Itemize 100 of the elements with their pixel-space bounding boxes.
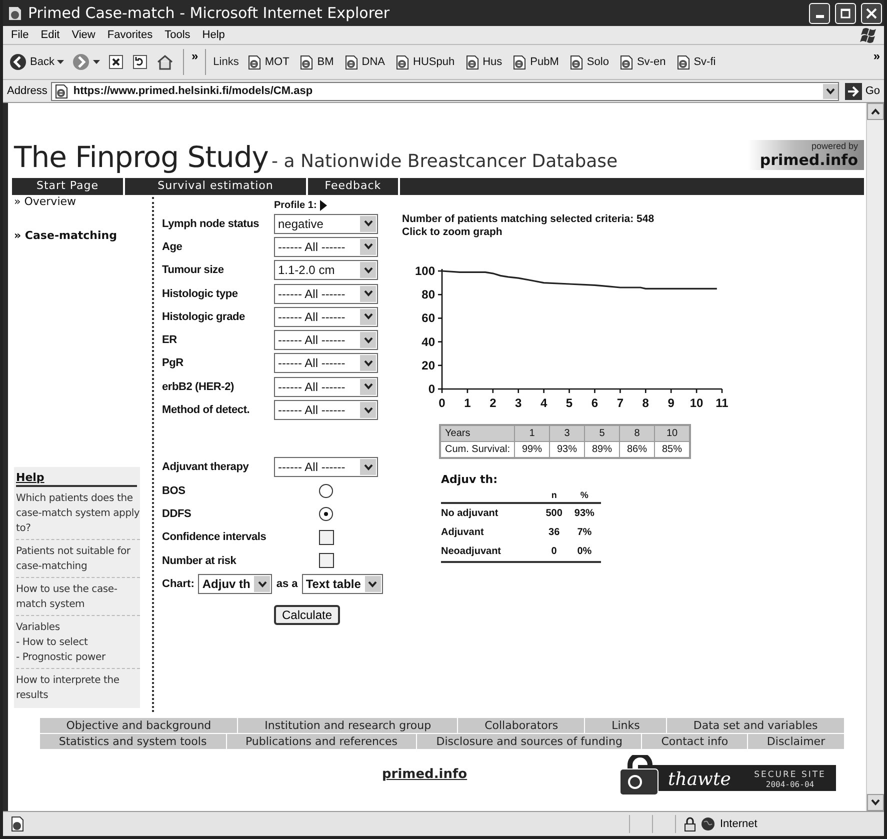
site-link[interactable]: primed.info bbox=[382, 766, 468, 782]
page-status-icon bbox=[9, 816, 25, 832]
help-link[interactable]: Patients not suitable for case-matching bbox=[16, 540, 140, 578]
select-field[interactable]: ------ All ------ bbox=[274, 306, 378, 327]
x-tick-label: 7 bbox=[616, 396, 624, 410]
address-label: Address bbox=[7, 85, 48, 97]
link-button[interactable]: Sv-en bbox=[616, 52, 668, 72]
go-button[interactable]: Go bbox=[843, 82, 882, 100]
table-cell: 0 bbox=[540, 542, 568, 562]
menu-item[interactable]: Edit bbox=[34, 29, 66, 41]
minimize-button[interactable] bbox=[809, 2, 830, 24]
table-cell: 93% bbox=[568, 503, 601, 523]
y-tick-label: 0 bbox=[428, 382, 435, 396]
select-field[interactable]: ------ All ------ bbox=[274, 284, 378, 304]
menu-item[interactable]: File bbox=[5, 29, 35, 41]
table-cell-text: Adjuvant bbox=[441, 526, 485, 540]
option-label: BOS bbox=[162, 484, 186, 497]
close-button[interactable] bbox=[861, 2, 882, 24]
checkbox[interactable] bbox=[318, 530, 334, 545]
checkbox[interactable] bbox=[318, 553, 334, 568]
x-tick-label: 4 bbox=[540, 396, 548, 410]
chevron-icon bbox=[364, 336, 372, 344]
menu-item[interactable]: View bbox=[66, 29, 102, 41]
address-field[interactable]: https://www.primed.helsinki.fi/models/CM.asp bbox=[51, 82, 840, 100]
maximize-button[interactable] bbox=[835, 2, 856, 24]
scrollbar[interactable] bbox=[866, 103, 884, 811]
footer-link[interactable]: Publications and references bbox=[226, 734, 416, 749]
footer-link[interactable]: Objective and background bbox=[40, 718, 238, 733]
footer-link[interactable]: Collaborators bbox=[458, 718, 584, 733]
page-icon bbox=[676, 54, 691, 70]
format-select[interactable]: Text table bbox=[302, 574, 383, 594]
help-link[interactable]: Variables - How to select - Prognostic power bbox=[16, 616, 140, 669]
x-tick-label: 10 bbox=[690, 396, 704, 410]
logo-text: primed.info bbox=[760, 151, 858, 169]
logo-badge[interactable]: powered by primed.info bbox=[748, 140, 864, 170]
scroll-down-button[interactable] bbox=[867, 794, 884, 811]
profile-label: Profile 1: bbox=[274, 200, 317, 210]
option-label: DDFS bbox=[162, 508, 192, 520]
footer-link[interactable]: Contact info bbox=[642, 734, 748, 749]
chevron-icon bbox=[364, 383, 372, 390]
footer-link[interactable]: Statistics and system tools bbox=[40, 734, 226, 749]
select-field[interactable]: negative bbox=[274, 214, 378, 234]
nav-link[interactable]: Survival estimation bbox=[125, 178, 308, 195]
select-field[interactable]: ------ All ------ bbox=[274, 236, 378, 257]
help-link[interactable]: How to interprete the results bbox=[16, 669, 140, 706]
zoom-graph-link[interactable]: Click to zoom graph bbox=[402, 226, 864, 239]
x-tick-label: 3 bbox=[515, 396, 522, 410]
select-field[interactable]: 1.1-2.0 cm bbox=[274, 260, 378, 280]
x-tick-label: 11 bbox=[716, 396, 728, 410]
triangle-icon[interactable] bbox=[320, 200, 327, 210]
chart-select[interactable]: Adjuv th bbox=[198, 574, 272, 594]
y-tick-label: 20 bbox=[422, 358, 435, 372]
radio-button[interactable] bbox=[319, 484, 333, 498]
dropdown-button[interactable] bbox=[823, 84, 838, 98]
nav-link[interactable]: Feedback bbox=[308, 178, 400, 195]
menu-item[interactable]: Favorites bbox=[101, 29, 159, 41]
table-cell: 99% bbox=[514, 442, 550, 458]
footer-link[interactable]: Disclaimer bbox=[748, 734, 844, 749]
toolbar-overflow[interactable]: » bbox=[191, 49, 198, 63]
chevron-icon bbox=[364, 360, 372, 367]
field-label: Tumour size bbox=[162, 264, 225, 276]
link-button[interactable]: HUSpuh bbox=[393, 52, 457, 72]
page-icon bbox=[512, 54, 528, 70]
help-link[interactable]: How to use the case-match system bbox=[16, 578, 140, 616]
calculate-button[interactable]: Calculate bbox=[274, 605, 340, 626]
footer-link[interactable]: Institution and research group bbox=[238, 718, 458, 733]
select-field[interactable]: ------ All ------ bbox=[274, 457, 378, 478]
link-button[interactable]: Hus bbox=[462, 52, 504, 72]
footer-link[interactable]: Disclosure and sources of funding bbox=[417, 734, 642, 749]
link-button[interactable]: PubM bbox=[510, 52, 561, 72]
link-button[interactable]: MOT bbox=[244, 52, 292, 72]
maximize-icon bbox=[840, 8, 851, 18]
menu-item[interactable]: Help bbox=[196, 29, 231, 41]
footer-link[interactable]: Data set and variables bbox=[667, 718, 844, 733]
scroll-up-button[interactable] bbox=[867, 103, 884, 120]
sidebar-link[interactable]: » Overview bbox=[14, 195, 152, 229]
select-field[interactable]: ------ All ------ bbox=[274, 376, 378, 397]
links-overflow[interactable]: » bbox=[873, 49, 880, 63]
select-field[interactable]: ------ All ------ bbox=[274, 353, 378, 374]
chevron-icon bbox=[871, 108, 880, 115]
link-button[interactable]: DNA bbox=[342, 52, 388, 72]
option-label: Number at risk bbox=[162, 554, 238, 566]
menu-item[interactable]: Tools bbox=[158, 29, 196, 41]
link-button[interactable]: Solo bbox=[566, 52, 611, 72]
link-button[interactable]: Sv-fi bbox=[674, 52, 718, 72]
field-label: Age bbox=[162, 240, 184, 253]
home-icon bbox=[156, 54, 174, 70]
page-icon bbox=[464, 54, 480, 70]
select-field[interactable]: ------ All ------ bbox=[274, 400, 378, 420]
back-button[interactable]: Back bbox=[7, 51, 66, 73]
security-zone: Internet bbox=[720, 818, 758, 830]
field-label: Method of detect. bbox=[162, 404, 251, 416]
select-field[interactable]: ------ All ------ bbox=[274, 330, 378, 350]
footer-link[interactable]: Links bbox=[585, 718, 666, 733]
nav-link[interactable]: Start Page bbox=[12, 178, 125, 195]
radio-button[interactable] bbox=[319, 506, 333, 521]
link-button[interactable]: BM bbox=[297, 52, 336, 72]
sidebar-link[interactable]: » Case-matching bbox=[14, 229, 152, 263]
minimize-icon bbox=[816, 15, 824, 18]
help-link[interactable]: Which patients does the case-match system apply to? bbox=[16, 487, 140, 540]
